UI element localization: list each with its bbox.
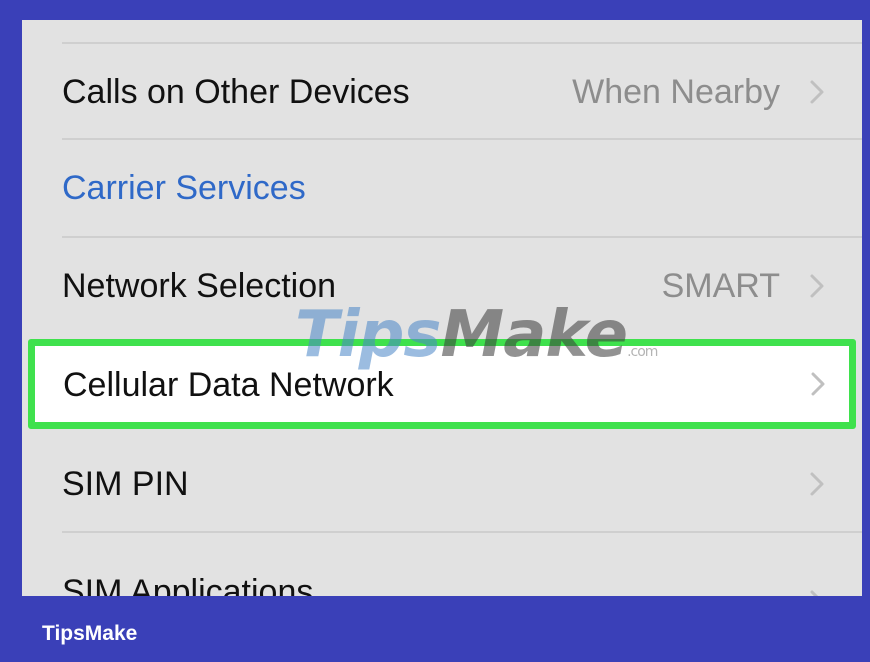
- row-sim-applications[interactable]: SIM Applications: [22, 533, 862, 596]
- row-sim-pin[interactable]: SIM PIN: [22, 436, 862, 532]
- row-label: Carrier Services: [62, 168, 306, 207]
- row-carrier-services[interactable]: Carrier Services: [22, 140, 862, 236]
- chevron-right-icon: [810, 590, 819, 596]
- row-label: SIM PIN: [62, 464, 189, 503]
- row-value: SMART: [661, 266, 780, 305]
- chevron-right-icon: [810, 472, 824, 496]
- chevron-right-icon: [810, 274, 824, 298]
- row-value: When Nearby: [572, 72, 780, 111]
- chevron-right-icon: [810, 80, 824, 104]
- watermark-logo: TipsMake.com: [295, 298, 658, 372]
- row-label: SIM Applications: [62, 573, 314, 596]
- row-calls-on-other-devices[interactable]: Calls on Other Devices When Nearby: [22, 44, 862, 140]
- footer-brand: TipsMake: [42, 622, 138, 645]
- chevron-right-icon: [811, 372, 825, 396]
- row-label: Calls on Other Devices: [62, 72, 410, 111]
